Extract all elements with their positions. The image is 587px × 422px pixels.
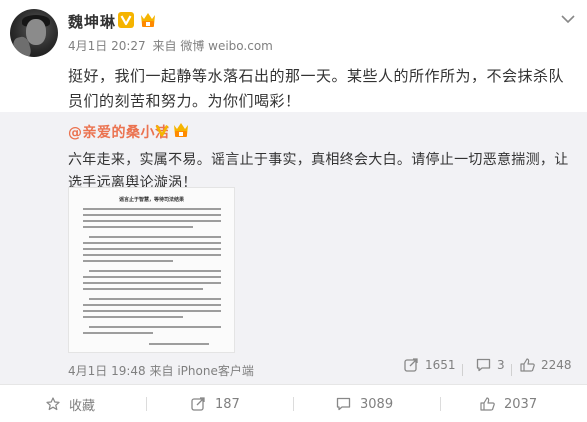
doc-line [83,304,221,306]
doc-line [83,220,221,222]
repost-icon [191,397,205,411]
doc-line [89,270,221,272]
repost-like-count: 2248 [541,358,572,372]
repost-count: 187 [215,396,240,412]
repost-like-stat[interactable]: 2248 [520,358,572,372]
repost-button[interactable]: 187 [191,385,240,422]
vip-level-icon [141,13,155,27]
star-icon [46,397,60,411]
thumbs-up-icon [480,397,495,411]
comment-count: 3089 [360,396,394,412]
repost-meta: 4月1日 19:48 来自 iPhone客户端 [68,362,254,379]
repost-card[interactable]: @亲爱的桑小洁 六年走来，实属不易。谣言止于事实，真相终会大白。请停止一切恶意揣… [0,112,587,384]
doc-line [83,248,221,250]
doc-line [83,242,221,244]
vip-level-icon [174,123,188,137]
divider [462,364,463,376]
repost-date[interactable]: 4月1日 19:48 [68,364,146,378]
repost-comment-stat[interactable]: 3 [476,358,505,372]
verified-v-icon [118,12,134,28]
repost-icon [404,358,418,372]
author-avatar[interactable] [10,9,58,57]
avatar-face [26,19,46,45]
favorite-label: 收藏 [69,398,96,414]
like-count: 2037 [504,396,538,412]
post-meta: 4月1日 20:27 来自 微博 weibo.com [68,37,276,54]
doc-line [83,332,153,334]
doc-line [83,260,173,262]
doc-line [83,288,203,290]
action-bar: 收藏 187 3089 2037 [0,384,587,422]
doc-line [89,236,221,238]
chevron-down-icon[interactable] [561,14,575,24]
divider [146,397,147,411]
doc-line [83,282,221,284]
doc-line [89,326,221,328]
author-name[interactable]: 魏坤琳 [68,11,116,32]
repost-comment-count: 3 [497,358,505,372]
doc-line [89,298,221,300]
thumbs-up-icon [520,358,535,372]
statement-image-title: 谣言止于智慧，等待司法结果 [118,197,184,203]
comment-button[interactable]: 3089 [336,385,393,422]
like-button[interactable]: 2037 [480,385,537,422]
weibo-post: 魏坤琳 4月1日 20:27 来自 微博 weibo.com 挺好，我们一起静等… [0,0,587,422]
divider [440,397,441,411]
comment-icon [336,397,351,411]
verified-v-icon [155,124,169,137]
statement-image[interactable]: 谣言止于智慧，等待司法结果 [68,187,235,353]
repost-repost-stat[interactable]: 1651 [404,358,456,372]
comment-icon [476,358,491,372]
favorite-button[interactable]: 收藏 [46,385,95,422]
post-source: 来自 微博 weibo.com [152,39,273,53]
divider [511,364,512,376]
doc-line [83,208,221,210]
post-date[interactable]: 4月1日 20:27 [68,39,146,53]
doc-line [83,226,193,228]
repost-source: 来自 iPhone客户端 [149,364,254,378]
doc-line [83,214,221,216]
repost-repost-count: 1651 [425,358,456,372]
doc-line [83,276,221,278]
doc-line [83,316,183,318]
post-text: 挺好，我们一起静等水落石出的那一天。某些人的所作所为，不会抹杀队员们的刻苦和努力… [68,67,565,110]
doc-line [83,310,221,312]
divider [293,397,294,411]
doc-line [83,254,221,256]
doc-line [149,343,209,345]
